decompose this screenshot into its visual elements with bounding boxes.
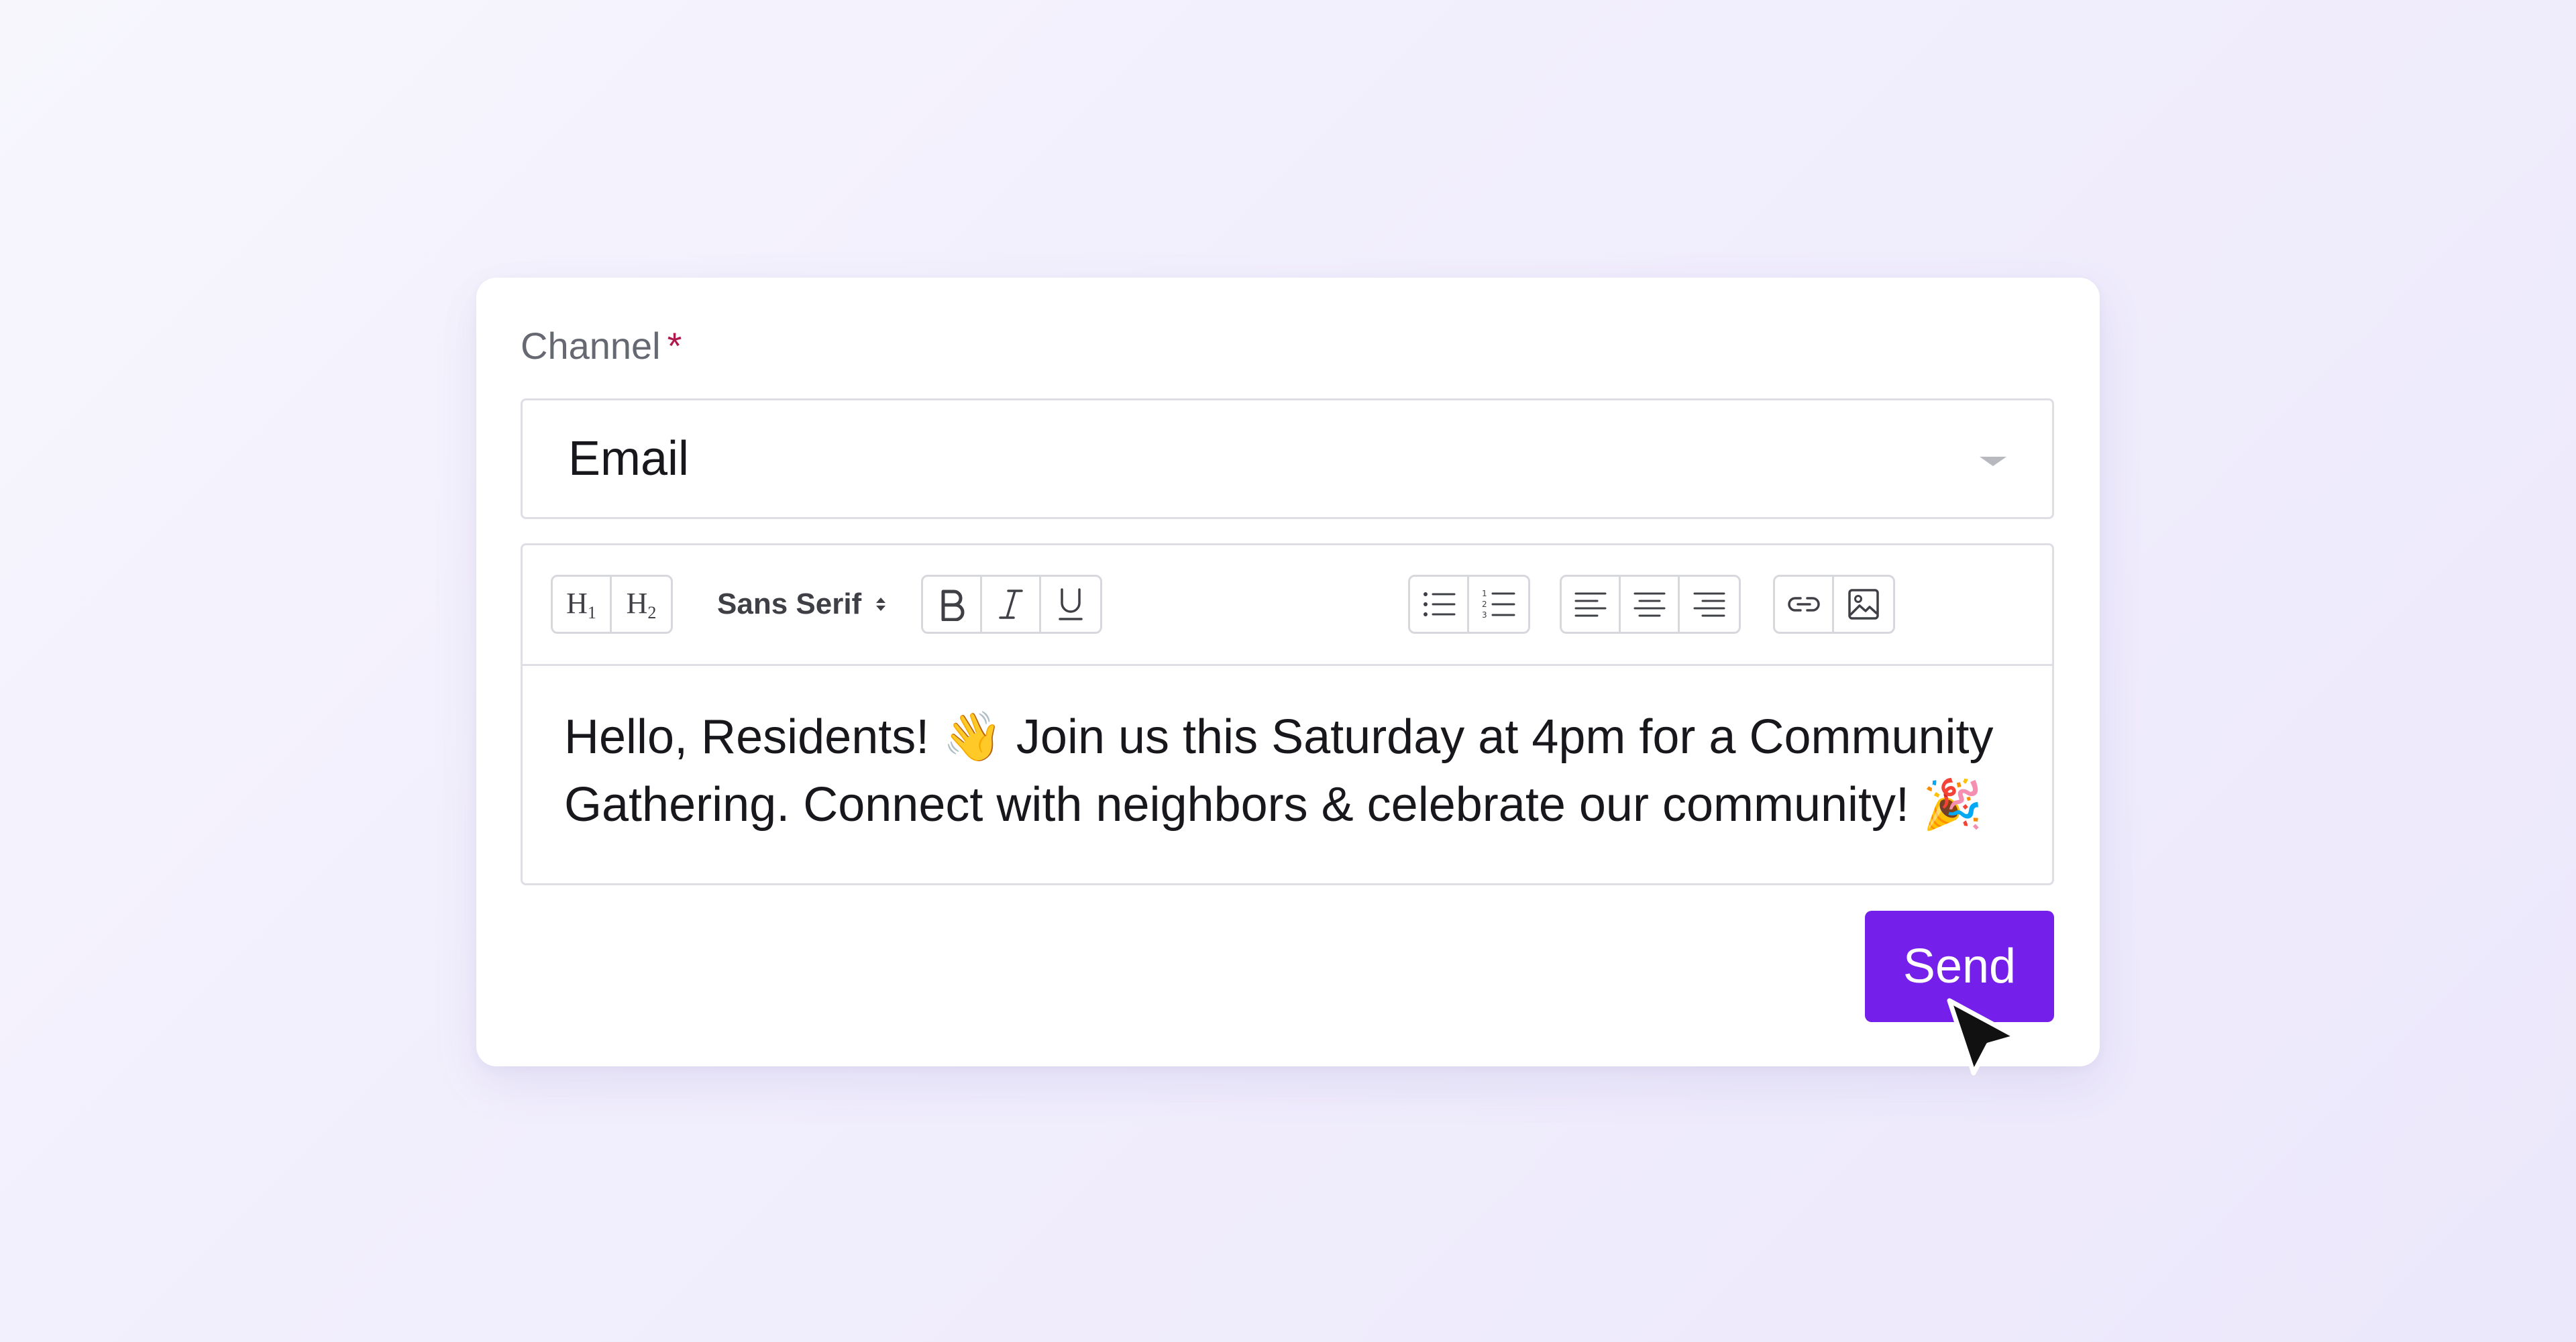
heading-1-button[interactable]: H1 — [553, 577, 612, 632]
bold-button[interactable] — [923, 577, 982, 632]
rich-text-editor: H1 H2 Sans Serif 1 2 3 Hello, Residents!… — [521, 543, 2054, 885]
align-center-icon — [1633, 592, 1665, 617]
align-right-button[interactable] — [1680, 577, 1739, 632]
bold-icon — [941, 590, 964, 621]
channel-select[interactable]: Email — [521, 398, 2054, 519]
chevron-down-icon — [1980, 457, 2006, 466]
align-group — [1560, 575, 1741, 634]
message-line: Gathering. Connect with neighbors & cele… — [564, 778, 1983, 832]
font-family-value: Sans Serif — [717, 588, 862, 620]
mouse-pointer-icon — [1947, 998, 2019, 1076]
heading-2-button[interactable]: H2 — [612, 577, 671, 632]
italic-icon — [998, 590, 1023, 619]
svg-text:2: 2 — [1482, 600, 1487, 609]
align-left-icon — [1574, 592, 1606, 617]
channel-label: Channel * — [521, 327, 682, 365]
image-button[interactable] — [1834, 577, 1893, 632]
link-icon — [1787, 597, 1820, 612]
insert-group — [1773, 575, 1895, 634]
numbered-list-icon: 1 2 3 — [1482, 589, 1515, 620]
image-icon — [1848, 589, 1879, 620]
formatting-group — [921, 575, 1102, 634]
align-right-icon — [1693, 592, 1725, 617]
heading-2-icon: H2 — [626, 586, 657, 622]
message-form-card: Channel * Email H1 H2 Sans Serif 1 2 3 H… — [476, 278, 2100, 1066]
message-line: Hello, Residents! 👋 Join us this Saturda… — [564, 710, 1994, 764]
heading-1-icon: H1 — [566, 586, 596, 622]
numbered-list-button[interactable]: 1 2 3 — [1469, 577, 1528, 632]
heading-group: H1 H2 — [551, 575, 673, 634]
editor-toolbar: H1 H2 Sans Serif 1 2 3 — [523, 545, 2052, 666]
italic-button[interactable] — [982, 577, 1041, 632]
list-group: 1 2 3 — [1408, 575, 1530, 634]
required-marker: * — [667, 325, 682, 367]
underline-button[interactable] — [1041, 577, 1100, 632]
font-family-select[interactable]: Sans Serif — [717, 575, 886, 634]
message-body[interactable]: Hello, Residents! 👋 Join us this Saturda… — [564, 704, 2027, 839]
svg-text:3: 3 — [1482, 610, 1487, 620]
sort-arrows-icon — [876, 598, 886, 611]
channel-label-text: Channel — [521, 325, 661, 367]
bullet-list-button[interactable] — [1410, 577, 1469, 632]
channel-select-value: Email — [568, 432, 690, 486]
align-center-button[interactable] — [1621, 577, 1680, 632]
link-button[interactable] — [1775, 577, 1834, 632]
svg-text:1: 1 — [1482, 589, 1487, 598]
underline-icon — [1059, 588, 1083, 620]
bullet-list-icon — [1423, 592, 1455, 616]
align-left-button[interactable] — [1562, 577, 1621, 632]
